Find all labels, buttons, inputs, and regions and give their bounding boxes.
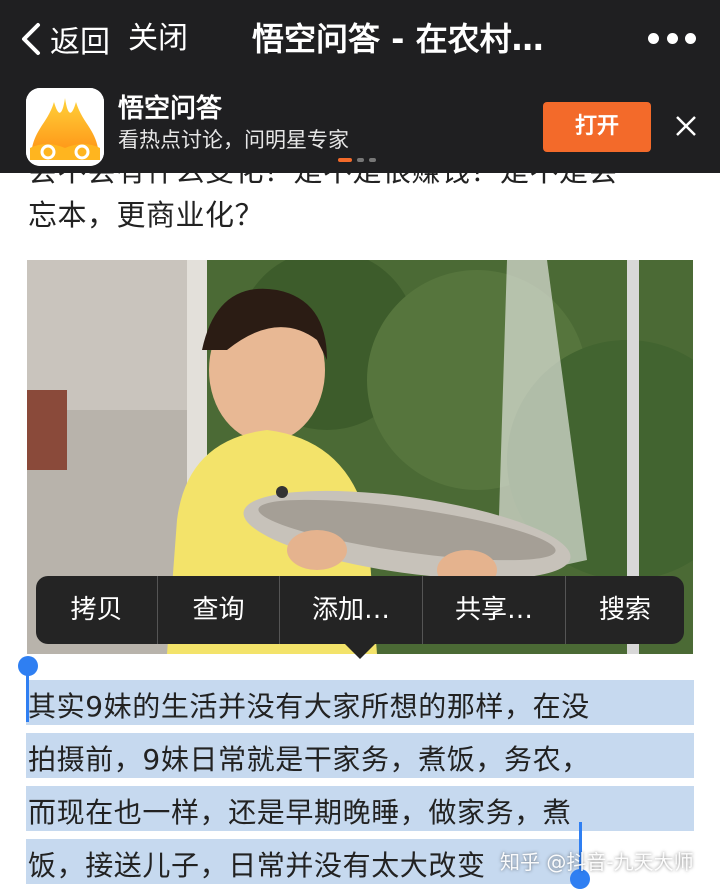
chevron-left-icon	[22, 23, 40, 55]
ellipsis-icon	[666, 32, 678, 44]
page-dot	[369, 158, 376, 162]
ellipsis-icon	[648, 32, 659, 44]
menu-item-copy[interactable]: 拷贝	[36, 576, 158, 644]
app-promo-banner: 悟空问答 看热点讨论，问明星专家 打开	[0, 78, 720, 173]
ellipsis-icon	[685, 32, 696, 44]
close-button[interactable]: 关闭	[128, 18, 188, 60]
app-logo	[26, 88, 104, 166]
article-text-line: 忘本，更商业化？	[28, 198, 265, 232]
app-name: 悟空问答	[118, 94, 223, 124]
banner-page-indicator	[338, 158, 376, 162]
menu-item-add[interactable]: 添加…	[280, 576, 423, 644]
selected-text-line[interactable]: 拍摄前，9妹日常就是干家务，煮饭，务农，	[28, 738, 590, 778]
navigation-bar: 返回 关闭 悟空问答 - 在农村…	[0, 0, 720, 78]
open-app-button[interactable]: 打开	[543, 102, 651, 152]
watermark: 知乎 @抖音-九天大师	[500, 850, 694, 874]
back-label: 返回	[50, 25, 110, 60]
back-button[interactable]: 返回	[18, 18, 110, 60]
page-dot	[357, 158, 364, 162]
page-dot	[338, 158, 352, 162]
selected-text-line[interactable]: 而现在也一样，还是早期晚睡，做家务，煮	[28, 791, 571, 831]
menu-item-search[interactable]: 搜索	[566, 576, 684, 644]
text-selection-menu: 拷贝 查询 添加… 共享… 搜索	[36, 576, 684, 644]
app-description: 看热点讨论，问明星专家	[118, 128, 349, 152]
more-button[interactable]	[648, 28, 696, 48]
menu-item-share[interactable]: 共享…	[423, 576, 566, 644]
menu-item-lookup[interactable]: 查询	[158, 576, 280, 644]
menu-pointer	[344, 643, 376, 659]
selection-start-bar	[26, 672, 29, 722]
page-title: 悟空问答 - 在农村…	[252, 20, 544, 58]
selected-text-line[interactable]: 其实9妹的生活并没有大家所想的那样，在没	[28, 685, 590, 725]
selected-text-line[interactable]: 饭，接送儿子，日常并没有太大改变	[28, 844, 486, 884]
close-icon[interactable]	[670, 110, 702, 142]
